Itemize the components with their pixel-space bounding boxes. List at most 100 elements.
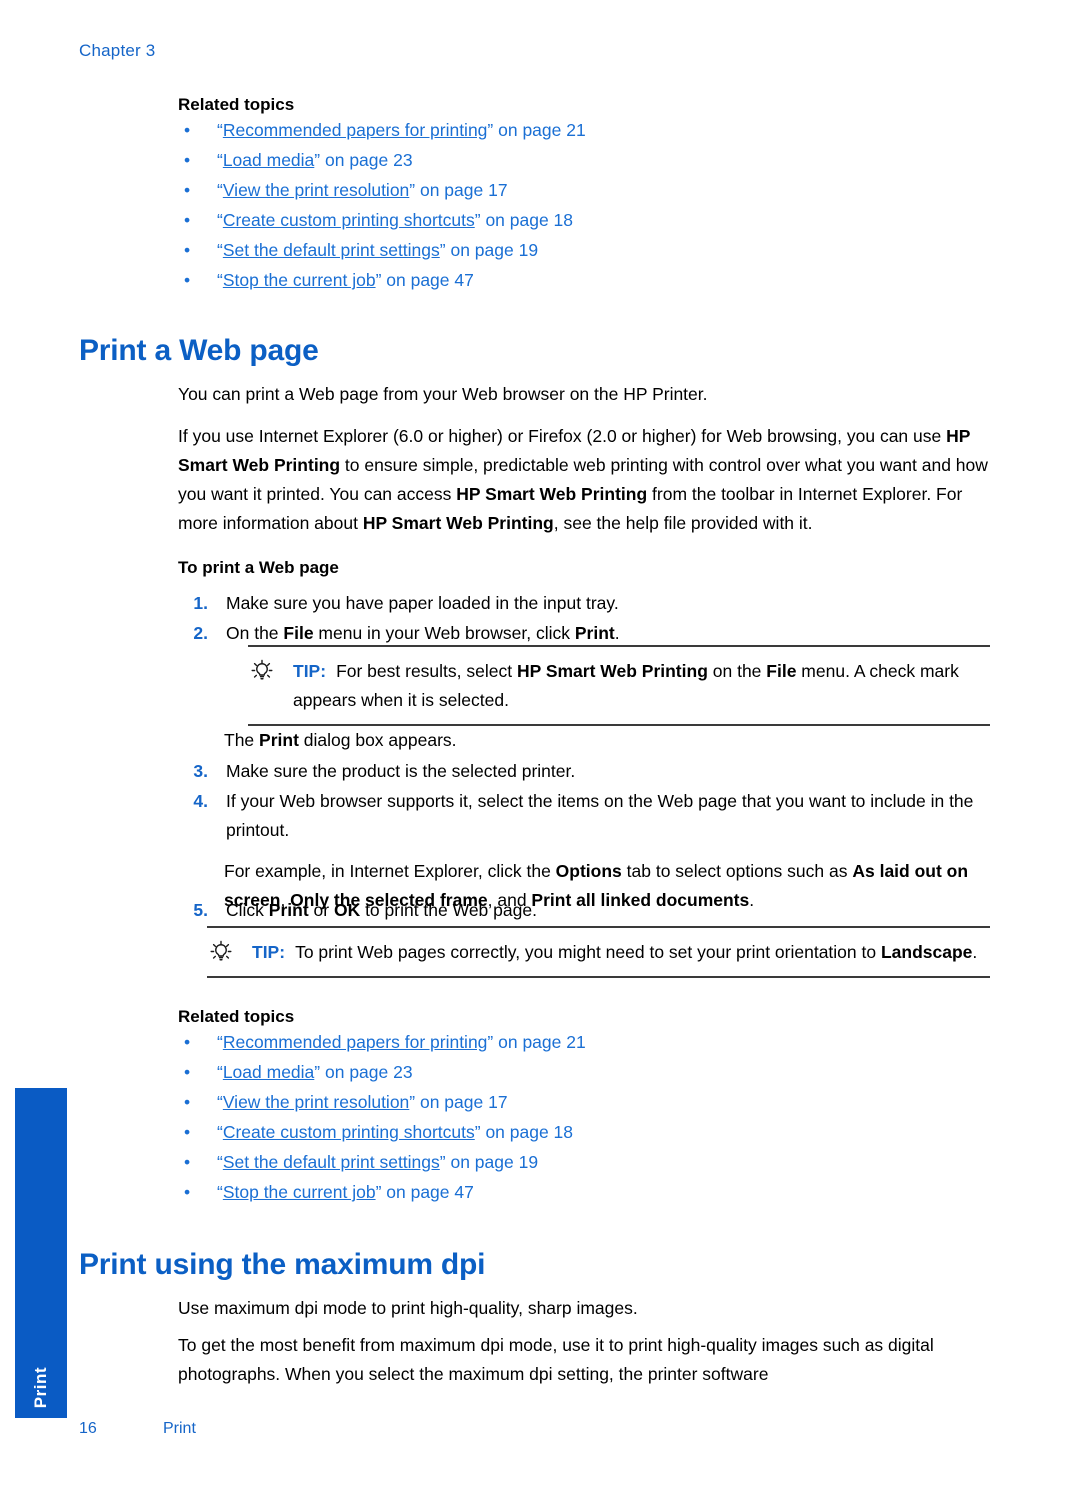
run-text: dialog box appears. (298, 730, 457, 750)
related-topic-item[interactable]: • “Set the default print settings” on pag… (178, 1147, 1008, 1177)
cross-reference-link[interactable]: Stop the current job (223, 1182, 376, 1202)
bullet-icon: • (184, 1092, 191, 1112)
run-text: to print the Web page. (360, 900, 537, 920)
related-topics-top-heading: Related topics (178, 95, 295, 114)
procedure-step: 2. On the File menu in your Web browser, … (178, 619, 1008, 648)
run-text: . (614, 623, 620, 643)
related-topics-bottom-heading: Related topics (178, 1007, 295, 1026)
step-number: 3. (193, 761, 208, 781)
emphasis-text: Print (574, 623, 615, 643)
run-text: or (308, 900, 334, 920)
step-number: 4. (193, 791, 208, 811)
step-number: 2. (193, 623, 208, 643)
procedure-step: 5. Click Print or OK to print the Web pag… (178, 896, 1000, 925)
procedure-steps-3-4: 3. Make sure the product is the selected … (178, 757, 1000, 846)
related-topics-top-block: Related topics • “Recommended papers for … (178, 95, 1008, 295)
bullet-icon: • (184, 150, 191, 170)
related-topics-top-list: • “Recommended papers for printing” on pa… (178, 115, 1008, 295)
run-text: , see the help file provided with it. (553, 513, 813, 533)
run-text: . (972, 942, 978, 962)
cross-reference-link[interactable]: Create custom printing shortcuts (223, 210, 475, 230)
bullet-icon: • (184, 1182, 191, 1202)
page-reference: on page 47 (381, 270, 474, 290)
section-thumb-tab: Print (15, 1088, 67, 1418)
page-reference: on page 19 (445, 240, 539, 260)
related-topic-item[interactable]: • “Stop the current job” on page 47 (178, 1177, 1008, 1207)
tip-callout-2-text: To print Web pages correctly, you might … (295, 942, 977, 962)
related-topic-item[interactable]: • “Recommended papers for printing” on pa… (178, 115, 1008, 145)
footer-section-name: Print (163, 1420, 196, 1437)
related-topic-item[interactable]: • “Set the default print settings” on pag… (178, 235, 1008, 265)
related-topics-bottom-block: Related topics • “Recommended papers for … (178, 1007, 1008, 1207)
bullet-icon: • (184, 1122, 191, 1142)
related-topic-item[interactable]: • “Stop the current job” on page 47 (178, 265, 1008, 295)
run-text: For best results, select (336, 661, 517, 681)
related-topic-item[interactable]: • “Recommended papers for printing” on pa… (178, 1027, 1008, 1057)
step-number: 5. (193, 900, 208, 920)
section-thumb-tab-label: Print (31, 1366, 50, 1408)
cross-reference-link[interactable]: Stop the current job (223, 270, 376, 290)
related-topic-item[interactable]: • “View the print resolution” on page 17 (178, 1087, 1008, 1117)
max-dpi-intro-paragraph: Use maximum dpi mode to print high-quali… (178, 1298, 638, 1318)
page-footer: 16 Print (79, 1420, 196, 1438)
run-text: On the (226, 623, 284, 643)
run-text: If your Web browser supports it, select … (226, 791, 974, 840)
related-topic-item[interactable]: • “Load media” on page 23 (178, 1057, 1008, 1087)
page-reference: on page 18 (480, 1122, 574, 1142)
related-topic-item[interactable]: • “Create custom printing shortcuts” on p… (178, 1117, 1008, 1147)
tip-callout-2: TIP: To print Web pages correctly, you mi… (207, 926, 990, 978)
cross-reference-link[interactable]: Set the default print settings (223, 240, 440, 260)
procedure-step: 4. If your Web browser supports it, selec… (178, 787, 1000, 845)
emphasis-text: File (766, 661, 797, 681)
web-page-smart-printing-paragraph: If you use Internet Explorer (6.0 or hig… (178, 422, 990, 538)
bullet-icon: • (184, 120, 191, 140)
page-title-print-a-web-page: Print a Web page (79, 334, 319, 367)
step-text: If your Web browser supports it, select … (226, 791, 973, 840)
page-reference: on page 21 (493, 120, 586, 140)
cross-reference-link[interactable]: Recommended papers for printing (223, 1032, 488, 1052)
step-text: Click Print or OK to print the Web page. (226, 900, 537, 920)
run-text: To print Web pages correctly, you might … (295, 942, 881, 962)
procedure-step: 1. Make sure you have paper loaded in the… (178, 589, 1008, 618)
cross-reference-link[interactable]: Set the default print settings (223, 1152, 440, 1172)
page-reference: on page 17 (415, 180, 508, 200)
procedure-heading-to-print-a-web-page: To print a Web page (178, 558, 339, 577)
cross-reference-link[interactable]: Load media (223, 150, 314, 170)
bullet-icon: • (184, 1032, 191, 1052)
lightbulb-icon (209, 940, 233, 964)
bullet-icon: • (184, 270, 191, 290)
step-text: On the File menu in your Web browser, cl… (226, 623, 620, 643)
cross-reference-link[interactable]: View the print resolution (223, 180, 409, 200)
page-reference: on page 19 (445, 1152, 539, 1172)
tip-callout-1: TIP: For best results, select HP Smart We… (248, 645, 990, 726)
run-text: on the (707, 661, 767, 681)
emphasis-text: OK (333, 900, 361, 920)
emphasis-text: Print (259, 730, 299, 750)
emphasis-text: Landscape (880, 942, 973, 962)
cross-reference-link[interactable]: Load media (223, 1062, 314, 1082)
max-dpi-benefit-paragraph: To get the most benefit from maximum dpi… (178, 1335, 934, 1384)
bullet-icon: • (184, 1062, 191, 1082)
page-reference: on page 17 (415, 1092, 508, 1112)
related-topics-bottom-list: • “Recommended papers for printing” on pa… (178, 1027, 1008, 1207)
emphasis-text: Options (555, 860, 622, 881)
tip-callout-1-text: For best results, select HP Smart Web Pr… (293, 661, 959, 710)
bullet-icon: • (184, 1152, 191, 1172)
related-topic-item[interactable]: • “Load media” on page 23 (178, 145, 1008, 175)
emphasis-text: Print (268, 900, 309, 920)
cross-reference-link[interactable]: Create custom printing shortcuts (223, 1122, 475, 1142)
run-text: tab to select options such as (621, 860, 853, 881)
related-topic-item[interactable]: • “Create custom printing shortcuts” on p… (178, 205, 1008, 235)
page-reference: on page 47 (381, 1182, 474, 1202)
print-dialog-appears-text: The Print dialog box appears. (224, 726, 1004, 755)
tip-callout-1-body: TIP: For best results, select HP Smart We… (248, 657, 990, 715)
cross-reference-link[interactable]: View the print resolution (223, 1092, 409, 1112)
step-number: 1. (193, 593, 208, 613)
cross-reference-link[interactable]: Recommended papers for printing (223, 120, 488, 140)
emphasis-text: HP Smart Web Printing (362, 513, 554, 533)
lightbulb-icon (250, 659, 274, 683)
emphasis-text: HP Smart Web Printing (456, 484, 648, 504)
tip-callout-2-label: TIP: (252, 942, 286, 962)
related-topic-item[interactable]: • “View the print resolution” on page 17 (178, 175, 1008, 205)
tip-callout-2-body: TIP: To print Web pages correctly, you mi… (207, 938, 990, 967)
